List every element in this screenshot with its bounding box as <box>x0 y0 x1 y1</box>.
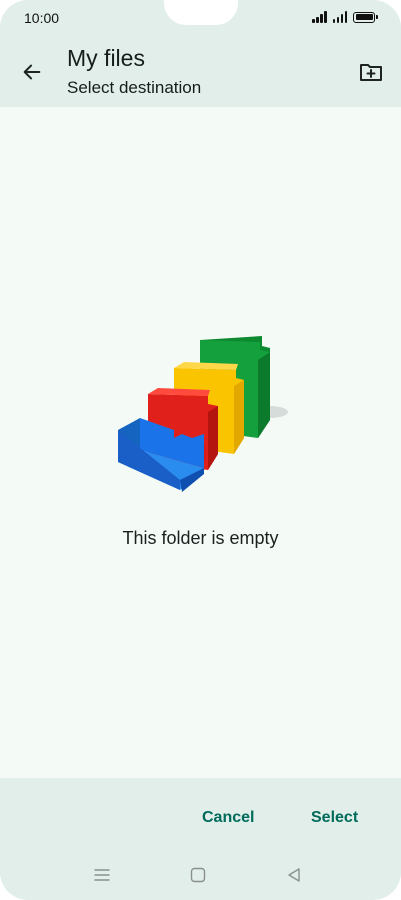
empty-folder-message: This folder is empty <box>122 528 279 548</box>
page-subtitle: Select destination <box>67 78 202 97</box>
status-bar: 10:00 <box>0 0 401 36</box>
phone-screen: 10:00 My files Select destination This f… <box>0 0 401 900</box>
new-folder-button[interactable] <box>355 56 387 88</box>
home-square-icon <box>190 867 206 883</box>
battery-icon <box>353 11 378 23</box>
system-navigation-bar <box>0 860 401 890</box>
page-title: My files <box>67 45 145 71</box>
back-button[interactable] <box>14 54 50 90</box>
back-triangle-icon <box>288 868 300 882</box>
signal-icon <box>312 11 327 23</box>
nav-back-button[interactable] <box>281 864 307 886</box>
home-button[interactable] <box>185 864 211 886</box>
cancel-button[interactable]: Cancel <box>198 807 258 829</box>
empty-folders-illustration <box>110 330 300 500</box>
menu-button[interactable] <box>89 864 115 886</box>
arrow-left-icon <box>23 64 41 80</box>
new-folder-icon <box>360 64 382 81</box>
status-icons <box>312 11 378 23</box>
signal-icon <box>332 11 347 23</box>
folders-graphic <box>118 336 288 492</box>
menu-icon <box>94 869 110 881</box>
status-time: 10:00 <box>24 10 60 26</box>
select-button[interactable]: Select <box>307 807 362 829</box>
